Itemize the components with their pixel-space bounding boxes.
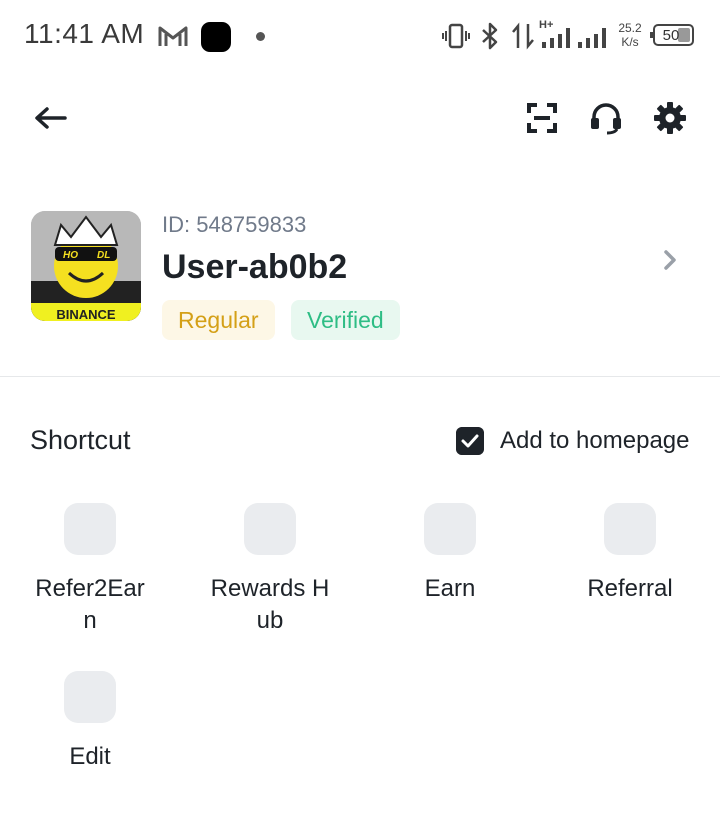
network-speed-unit: K/s [621,35,639,49]
add-to-homepage-label[interactable]: Add to homepage [500,427,689,455]
data-transfer-icon [512,22,534,50]
shortcut-earn[interactable]: Earn [360,503,540,663]
battery-level: 50 [662,27,680,44]
status-time: 11:41 AM [24,18,145,49]
shortcut-label: Refer2Earn [35,575,145,634]
avatar-image: HO DL BINANCE [31,211,141,321]
bluetooth-icon [482,22,498,50]
refer2earn-icon [64,503,116,555]
edit-icon [64,671,116,723]
shortcut-title: Shortcut [30,425,131,455]
shortcut-label: Rewards Hub [210,575,330,634]
avatar[interactable]: HO DL BINANCE [31,211,141,321]
referral-icon [604,503,656,555]
tier-badge[interactable]: Regular [162,300,275,340]
verification-badge[interactable]: Verified [291,300,400,340]
network-speed-value: 25.2 [618,21,642,35]
chevron-right-icon[interactable] [656,246,684,274]
username: User-ab0b2 [162,248,348,286]
scan-icon[interactable] [524,100,560,136]
vibrate-icon [442,23,470,49]
network-speed: 25.2 K/s [616,21,644,49]
headset-icon[interactable] [588,100,624,136]
add-to-homepage-checkbox[interactable] [456,427,484,455]
rewards-hub-icon [244,503,296,555]
avatar-hodl-right: DL [97,250,110,261]
shortcut-rewards-hub[interactable]: Rewards Hub [180,503,360,663]
signal-strength-icon [542,28,570,48]
shortcut-refer2earn[interactable]: Refer2Earn [0,503,180,663]
avatar-brand-text: BINANCE [56,307,116,321]
shortcut-label: Referral [587,575,673,602]
shortcut-label: Earn [424,575,476,602]
earn-icon [424,503,476,555]
avatar-hodl-left: HO [63,250,78,261]
app-notification-icon [201,22,231,52]
arrow-left-icon[interactable] [32,100,68,136]
gmail-icon [158,26,188,46]
signal-strength-icon-2 [578,28,606,48]
shortcut-label: Edit [69,743,111,770]
gear-icon[interactable] [652,100,688,136]
more-notifications-icon [256,32,265,41]
section-divider [0,376,720,377]
shortcut-referral[interactable]: Referral [540,503,720,663]
shortcut-edit[interactable]: Edit [0,671,180,831]
user-id: ID: 548759833 [162,212,307,237]
